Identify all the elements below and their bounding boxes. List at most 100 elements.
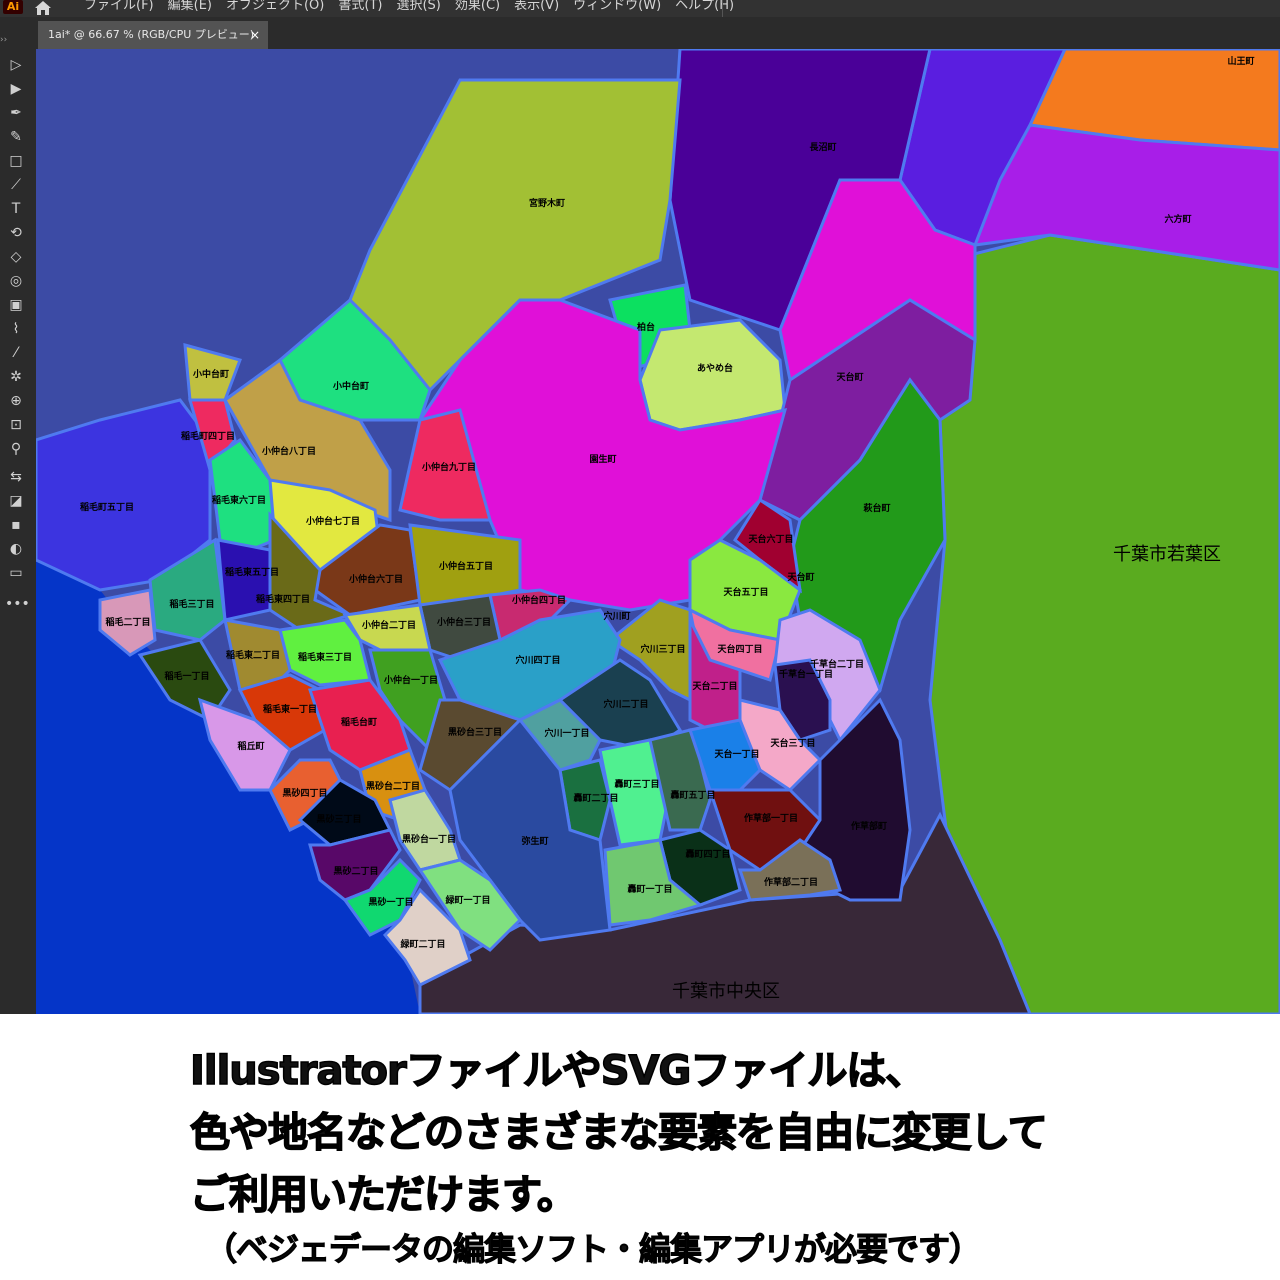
menu-select[interactable]: 選択(S) <box>396 0 440 13</box>
place-label: 黒砂四丁目 <box>282 787 327 798</box>
eyedropper-selected-tool-icon[interactable]: ⁄ <box>5 343 27 363</box>
document-tab[interactable]: 1ai* @ 66.67 % (RGB/CPU プレビュー) × <box>38 21 268 49</box>
place-label: 稲毛台町 <box>341 716 377 727</box>
menu-file[interactable]: ファイル(F) <box>84 0 154 13</box>
artboard-tool-icon[interactable]: ⊡ <box>5 415 27 435</box>
menu-type[interactable]: 書式(T) <box>338 0 382 13</box>
place-label: 穴川町 <box>603 610 630 621</box>
menu-object[interactable]: オブジェクト(O) <box>226 0 324 13</box>
place-label: 稲毛東二丁目 <box>226 649 280 660</box>
place-label: 天台二丁目 <box>692 680 737 691</box>
fill-stroke-icon[interactable]: ◪ <box>5 491 27 511</box>
selection-tool-icon[interactable]: ▷ <box>5 55 27 75</box>
place-label: 穴川一丁目 <box>544 727 589 738</box>
more-tools-icon[interactable]: ••• <box>5 594 30 614</box>
ward-label-chuo: 千葉市中央区 <box>672 981 780 1001</box>
map-canvas[interactable]: 長沼町六方町宮野木町柏台あやめ台天台町園生町萩台町小中台町小中台町稲毛町四丁目小… <box>36 49 1280 1014</box>
close-icon[interactable]: × <box>250 21 260 49</box>
place-label: 宮野木町 <box>529 197 565 208</box>
place-label: 天台三丁目 <box>770 737 815 748</box>
place-label: 六方町 <box>1164 213 1191 224</box>
document-tab-strip: ›› 1ai* @ 66.67 % (RGB/CPU プレビュー) × <box>0 17 1280 49</box>
warp-tool-icon[interactable]: ◎ <box>5 271 27 291</box>
place-label: 轟町二丁目 <box>573 792 618 803</box>
place-label: 穴川二丁目 <box>603 698 648 709</box>
place-label: 長沼町 <box>809 141 836 152</box>
caption-line-2: 色や地名などのさまざまな要素を自由に変更して <box>189 1109 1048 1157</box>
place-label: 轟町五丁目 <box>670 789 715 800</box>
menu-divider <box>722 0 723 17</box>
place-label: 小仲台七丁目 <box>305 515 360 526</box>
menu-list: ファイル(F) 編集(E) オブジェクト(O) 書式(T) 選択(S) 効果(C… <box>84 0 734 13</box>
place-label-sanno: 山王町 <box>1227 55 1254 66</box>
menu-effect[interactable]: 効果(C) <box>455 0 500 13</box>
region-inage-higashi-5 <box>216 538 272 622</box>
place-label: 緑町一丁目 <box>445 894 490 905</box>
place-label: 稲毛東六丁目 <box>212 494 266 505</box>
place-label: 稲毛東四丁目 <box>256 593 310 604</box>
rotate-tool-icon[interactable]: ⟲ <box>5 223 27 243</box>
place-label: 作草部二丁目 <box>764 876 818 887</box>
place-label: 小仲台五丁目 <box>438 560 493 571</box>
place-label: 轟町四丁目 <box>685 848 730 859</box>
place-label: 小仲台九丁目 <box>421 461 476 472</box>
caption-area: IllustratorファイルやSVGファイルは、 色や地名などのさまざまな要素… <box>0 1014 1280 1280</box>
place-label: 轟町一丁目 <box>627 883 672 894</box>
place-label: 稲毛東一丁目 <box>263 703 317 714</box>
place-label: 黒砂台三丁目 <box>448 726 502 737</box>
menu-window[interactable]: ウィンドウ(W) <box>573 0 661 13</box>
place-label: 黒砂台二丁目 <box>366 780 420 791</box>
menu-edit[interactable]: 編集(E) <box>168 0 212 13</box>
zoom-tool-icon[interactable]: ⚲ <box>5 439 27 459</box>
app-logo: Ai <box>3 0 23 14</box>
place-label: 稲毛東三丁目 <box>298 651 352 662</box>
place-label: 小仲台一丁目 <box>383 674 438 685</box>
panel-expand-icon[interactable]: ›› <box>0 35 7 45</box>
type-tool-icon[interactable]: T <box>5 199 27 219</box>
place-label: 稲毛東五丁目 <box>225 566 279 577</box>
rectangle-tool-icon[interactable]: □ <box>5 151 27 171</box>
ward-label-wakaba: 千葉市若葉区 <box>1113 544 1221 564</box>
place-label: 穴川三丁目 <box>640 643 685 654</box>
place-label: 小仲台三丁目 <box>436 616 491 627</box>
place-label: 柏台 <box>637 321 655 332</box>
place-label: 黒砂台一丁目 <box>402 833 456 844</box>
place-label: 天台五丁目 <box>723 586 768 597</box>
place-label: 千草台一丁目 <box>779 668 833 679</box>
menu-view[interactable]: 表示(V) <box>514 0 559 13</box>
menu-help[interactable]: ヘルプ(H) <box>675 0 734 13</box>
place-label: 萩台町 <box>862 502 890 513</box>
paintbrush-tool-icon[interactable]: ⟋ <box>5 175 27 195</box>
document-tab-title: 1ai* @ 66.67 % (RGB/CPU プレビュー) <box>48 28 255 41</box>
gradient-tool-icon[interactable]: ▣ <box>5 295 27 315</box>
direct-selection-tool-icon[interactable]: ▶ <box>5 79 27 99</box>
screen-mode-icon[interactable]: ▭ <box>5 563 27 583</box>
home-icon[interactable] <box>32 0 54 16</box>
tools-panel: ▷ ▶ ✒ ✎ □ ⟋ T ⟲ ◇ ◎ ▣ ⌇ ⁄ ✲ ⊕ ⊡ ⚲ ⇆ ◪ ▪ ◐ ▭ ••• <box>0 49 36 1014</box>
caption-note: （ベジェデータの編集ソフト・編集アプリが必要です） <box>204 1230 981 1269</box>
caption-line-3: ご利用いただけます。 <box>189 1171 578 1219</box>
place-label: 稲丘町 <box>237 740 264 751</box>
draw-mode-icon[interactable]: ◐ <box>5 539 27 559</box>
place-label: 緑町二丁目 <box>400 938 445 949</box>
curvature-tool-icon[interactable]: ✎ <box>5 127 27 147</box>
color-mode-icon[interactable]: ▪ <box>5 515 27 535</box>
place-label: 小中台町 <box>192 368 229 379</box>
place-label: 天台町 <box>787 571 814 582</box>
place-label: 小仲台二丁目 <box>361 619 416 630</box>
place-label: 天台四丁目 <box>717 643 762 654</box>
place-label: 小仲台八丁目 <box>261 445 316 456</box>
place-label: 園生町 <box>589 453 616 464</box>
place-label: 小仲台六丁目 <box>348 573 403 584</box>
region-wakaba-ward <box>928 233 1280 1014</box>
swap-colors-icon[interactable]: ⇆ <box>5 467 27 487</box>
symbol-sprayer-tool-icon[interactable]: ✲ <box>5 367 27 387</box>
eraser-tool-icon[interactable]: ◇ <box>5 247 27 267</box>
pen-tool-icon[interactable]: ✒ <box>5 103 27 123</box>
place-label: 天台一丁目 <box>714 748 759 759</box>
place-label: 黒砂三丁目 <box>316 813 361 824</box>
place-label: あやめ台 <box>697 362 733 373</box>
shape-builder-tool-icon[interactable]: ⊕ <box>5 391 27 411</box>
place-label: 作草部町 <box>851 820 887 831</box>
eyedropper-tool-icon[interactable]: ⌇ <box>5 319 27 339</box>
